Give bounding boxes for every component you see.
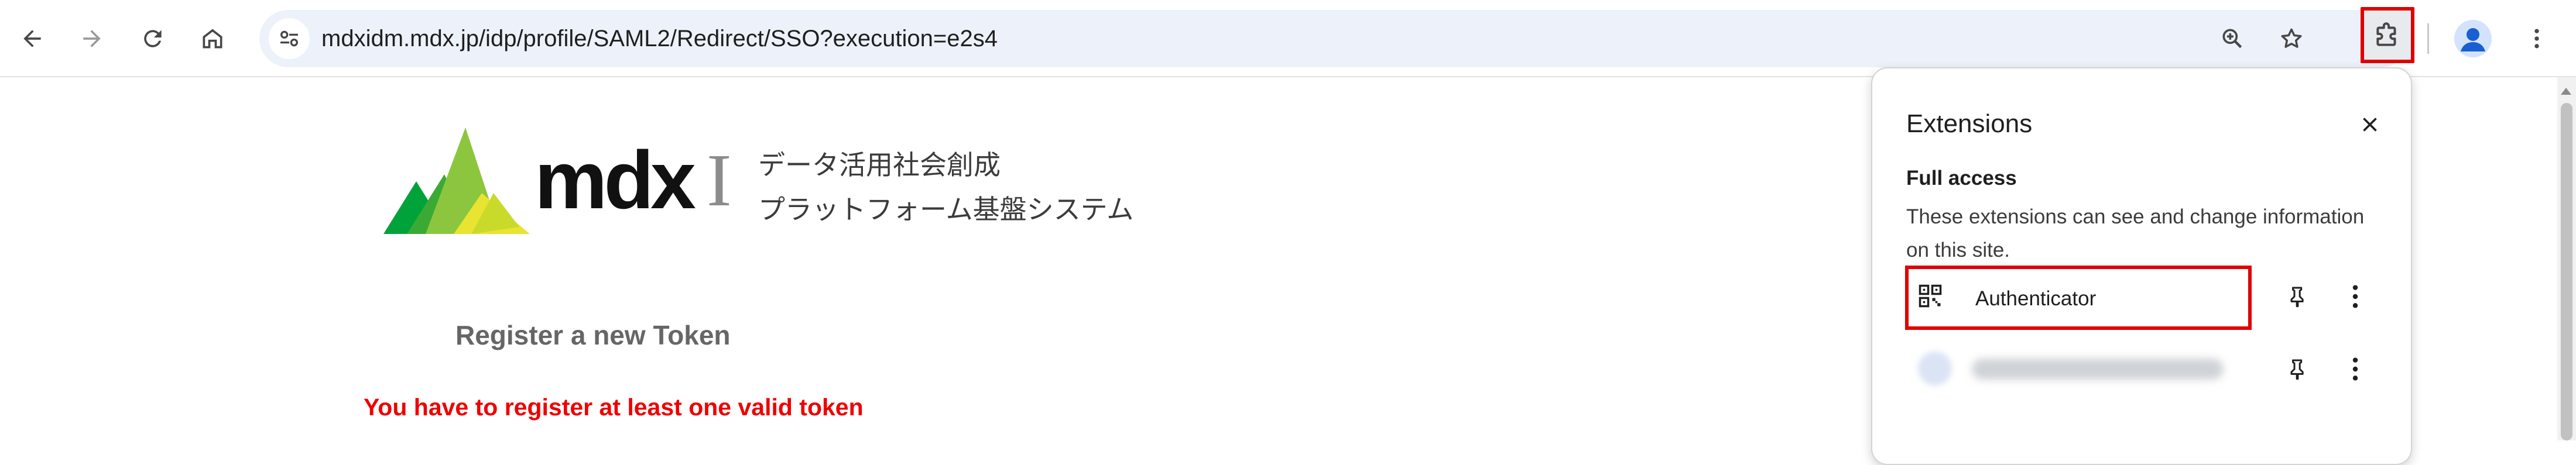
bookmark-button[interactable] xyxy=(2271,18,2312,59)
forward-button[interactable] xyxy=(71,18,112,59)
profile-avatar-button[interactable] xyxy=(2454,20,2492,57)
popup-title: Extensions xyxy=(1906,109,2033,138)
reload-icon xyxy=(144,30,162,47)
back-icon xyxy=(23,30,41,47)
back-button[interactable] xyxy=(12,18,53,59)
zoom-icon xyxy=(2222,29,2242,49)
extensions-puzzle-icon xyxy=(2376,22,2396,46)
browser-toolbar: mdxidm.mdx.jp/idp/profile/SAML2/Redirect… xyxy=(0,0,2576,77)
full-access-heading: Full access xyxy=(1906,167,2017,190)
address-bar[interactable]: mdxidm.mdx.jp/idp/profile/SAML2/Redirect… xyxy=(259,10,2409,67)
profile-avatar-icon xyxy=(2461,28,2485,51)
logo-wordmark: mdx xyxy=(535,134,696,226)
scroll-up-arrow-icon[interactable] xyxy=(2561,88,2571,95)
forward-icon xyxy=(83,30,101,47)
mdx-logo: mdx I データ活用社会創成 プラットフォーム基盤システム xyxy=(383,128,1133,239)
reload-button[interactable] xyxy=(132,18,173,59)
pin-authenticator-button[interactable] xyxy=(2280,279,2315,314)
url-text[interactable]: mdxidm.mdx.jp/idp/profile/SAML2/Redirect… xyxy=(321,10,998,67)
zoom-button[interactable] xyxy=(2212,18,2253,59)
extensions-popup: Extensions Full access These extensions … xyxy=(1871,67,2412,465)
qr-code-icon xyxy=(1919,284,1942,308)
home-button[interactable] xyxy=(192,18,233,59)
logo-roman-numeral: I xyxy=(707,139,732,222)
authenticator-more-button[interactable] xyxy=(2341,279,2370,314)
pin-icon xyxy=(2290,287,2304,308)
full-access-description: These extensions can see and change info… xyxy=(1906,205,2365,261)
site-settings-icon xyxy=(280,30,298,47)
home-icon xyxy=(203,29,222,49)
kebab-menu-icon xyxy=(2534,29,2539,49)
pin-extension-2-button[interactable] xyxy=(2280,352,2315,387)
error-message: You have to register at least one valid … xyxy=(364,394,864,421)
scrollbar-thumb[interactable] xyxy=(2561,103,2572,440)
page-title: Register a new Token xyxy=(455,320,731,350)
mdx-logo-mark-icon xyxy=(383,128,530,234)
popup-close-button[interactable] xyxy=(2352,107,2387,142)
kebab-menu-icon xyxy=(2352,357,2358,381)
extension-2-more-button[interactable] xyxy=(2341,352,2370,387)
site-settings-button[interactable] xyxy=(269,18,310,59)
browser-menu-button[interactable] xyxy=(2516,18,2557,59)
blurred-extension-icon xyxy=(1918,352,1952,385)
star-icon xyxy=(2281,28,2302,48)
close-icon xyxy=(2363,118,2377,132)
logo-tagline-line1: データ活用社会創成 xyxy=(758,150,1001,180)
blurred-extension-name xyxy=(1972,359,2224,380)
toolbar-separator xyxy=(2427,23,2429,54)
kebab-menu-icon xyxy=(2352,285,2358,308)
pin-icon xyxy=(2290,359,2304,380)
extension-name-authenticator: Authenticator xyxy=(1975,287,2097,310)
logo-tagline-line2: プラットフォーム基盤システム xyxy=(758,194,1134,225)
extensions-button[interactable] xyxy=(2361,7,2414,63)
